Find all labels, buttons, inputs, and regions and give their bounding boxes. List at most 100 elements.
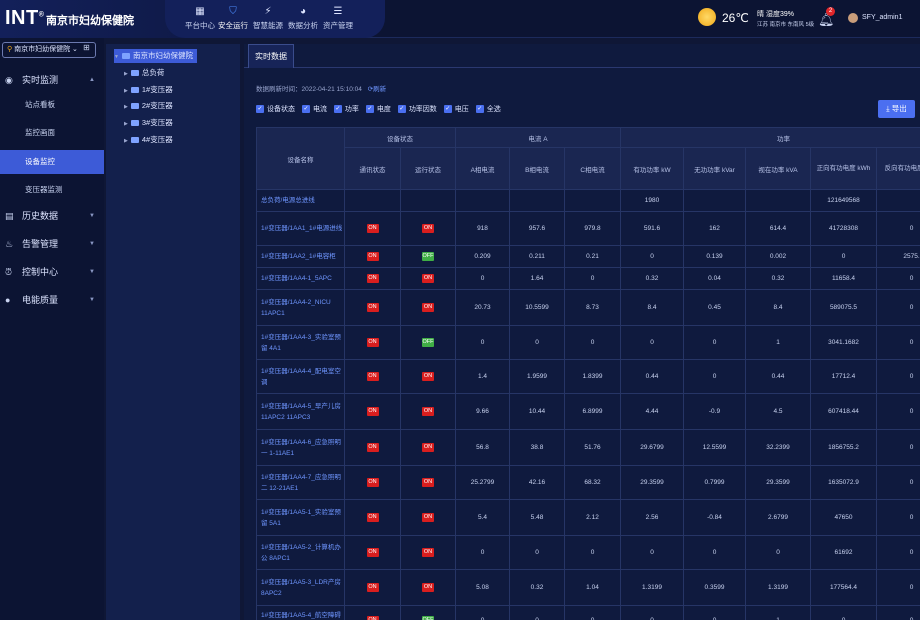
value-cell: 1 [745, 605, 811, 620]
run-status-cell: ON [400, 499, 456, 536]
export-button[interactable]: ⤓ 导出 [878, 100, 915, 118]
checkbox-checked-icon: ✓ [333, 105, 342, 114]
table-row[interactable]: 1#变压器/1AA4-2_NICU 11APC1 ON ON 20.73 10.5599… [256, 289, 920, 326]
table-row[interactable]: 1#变压器/1AA5-1_实验室预留 5A1 ON ON 5.4 5.48 2.12 2.5… [256, 499, 920, 536]
tree-node-transformer-4[interactable]: ▶ 4#变压器 [124, 133, 173, 147]
submenu-device-monitoring[interactable]: 设备监控 [0, 150, 104, 174]
table-row[interactable]: 1#变压器/1AA4-4_配电室空调 ON ON 1.4 1.9599 1.8399 0.4… [256, 359, 920, 394]
nav-asset-management[interactable]: ☰ 资产管理 [319, 0, 357, 38]
device-name-link[interactable]: 总负荷/电源总进线 [256, 189, 345, 212]
menu-history-data[interactable]: ▤ 历史数据 ▼ [0, 204, 104, 228]
folder-icon [130, 87, 139, 94]
device-name-link[interactable]: 1#变压器/1AA5-2_计算机办公 8APC1 [256, 535, 345, 570]
tree-node-transformer-1[interactable]: ▶ 1#变压器 [124, 83, 173, 97]
status-on-badge: ON [366, 616, 379, 620]
table-row[interactable]: 1#变压器/1AA5-3_LDR产房 8APC2 ON ON 5.08 0.32 1.04… [256, 569, 920, 606]
filter-select-all[interactable]: ✓ 全选 [475, 104, 501, 114]
tree-node-transformer-2[interactable]: ▶ 2#变压器 [124, 99, 173, 113]
run-status-cell: OFF [400, 325, 456, 360]
value-cell: 47650 [810, 499, 877, 536]
comm-status-cell: ON [344, 245, 401, 268]
value-cell: 2.12 [564, 499, 621, 536]
value-cell: 0 [683, 535, 746, 570]
device-name-link[interactable]: 1#变压器/1AA4-5_早产儿房 11APC2 11APC3 [256, 393, 345, 430]
value-cell: 11658.4 [810, 267, 877, 290]
sun-icon [698, 8, 716, 26]
submenu-site-board[interactable]: 站点看板 [0, 93, 104, 117]
device-name-link[interactable]: 1#变压器/1AA4-4_配电室空调 [256, 359, 345, 394]
table-row[interactable]: 1#变压器/1AA4-3_实验室预留 4A1 ON OFF 0 0 0 0 0 1 3041.16… [256, 325, 920, 360]
device-name-link[interactable]: 1#变压器/1AA5-1_实验室预留 5A1 [256, 499, 345, 536]
data-table-wrapper[interactable]: 设备名称 设备状态 电流 A 功率 通讯状态 运行状态 A相电流 B相电流 C相… [256, 127, 920, 620]
table-row[interactable]: 1#变压器/1AA4-6_应急照明一 1-11AE1 ON ON 56.8 38.8 51… [256, 429, 920, 466]
tree-node-total-load[interactable]: ▶ 总负荷 [124, 66, 164, 80]
checkbox-checked-icon: ✓ [365, 105, 374, 114]
tree-node-transformer-3[interactable]: ▶ 3#变压器 [124, 116, 173, 130]
value-cell [455, 189, 510, 212]
filter-checkboxes: ✓ 设备状态 ✓ 电流 ✓ 功率 ✓ 电度 ✓ 功率因数 ✓ 电压 ✓ 全选 [256, 104, 506, 116]
filter-power[interactable]: ✓ 功率 [333, 104, 359, 114]
nav-smart-energy[interactable]: ⚡ 智慧能源 [249, 0, 287, 38]
run-status-cell: ON [400, 569, 456, 606]
table-row[interactable]: 1#变压器/1AA4-1_5APC ON ON 0 1.64 0 0.32 0.04 0.32 1… [256, 267, 920, 290]
avatar[interactable] [848, 13, 858, 23]
caret-down-icon: ▼ [114, 54, 119, 60]
table-row[interactable]: 1#变压器/1AA5-2_计算机办公 8APC1 ON ON 0 0 0 0 0 0 61692 0 [256, 535, 920, 570]
submenu-transformer-monitoring[interactable]: 变压器监测 [0, 178, 104, 202]
value-cell: 121649568 [810, 189, 877, 212]
device-name-link[interactable]: 1#变压器/1AA4-7_应急照明二 12-21AE1 [256, 465, 345, 500]
menu-power-quality[interactable]: ● 电能质量 ▼ [0, 288, 104, 312]
value-cell: 591.6 [620, 211, 684, 246]
menu-alarm-management[interactable]: ♨ 告警管理 ▼ [0, 232, 104, 256]
menu-realtime-monitoring[interactable]: ◉ 实时监测 ▲ [0, 68, 104, 92]
brand-panel: INT® 南京市妇幼保健院 [0, 0, 190, 38]
device-name-link[interactable]: 1#变压器/1AA5-4_航空障碍灯 22AL1 [256, 605, 345, 620]
value-cell: 0.45 [683, 289, 746, 326]
table-row[interactable]: 1#变压器/1AA5-4_航空障碍灯 22AL1ONOFF00000100 [256, 605, 920, 620]
layout-grid-icon[interactable]: ⊞ [83, 43, 90, 52]
device-name-link[interactable]: 1#变压器/1AA4-1_5APC [256, 267, 345, 290]
device-name-link[interactable]: 1#变压器/1AA4-2_NICU 11APC1 [256, 289, 345, 326]
tree-root[interactable]: ▼ 南京市妇幼保健院 [114, 49, 197, 63]
refresh-link[interactable]: ⟳刷新 [368, 86, 386, 93]
value-cell: 41728308 [810, 211, 877, 246]
value-cell: 0 [875, 325, 920, 360]
nav-safe-operation[interactable]: ⛉ 安全运行 [214, 0, 252, 38]
checkbox-checked-icon: ✓ [397, 105, 406, 114]
table-row[interactable]: 1#变压器/1AA4-5_早产儿房 11APC2 11APC3 ON ON 9.66 1… [256, 393, 920, 430]
device-name-link[interactable]: 1#变压器/1AA4-3_实验室预留 4A1 [256, 325, 345, 360]
status-on-badge: ON [422, 583, 434, 592]
table-row[interactable]: 1#变压器/1AA4-7_应急照明二 12-21AE1 ON ON 25.2799 42… [256, 465, 920, 500]
username[interactable]: SFY_admin1 [862, 14, 902, 21]
group-header-device-status: 设备状态 [344, 127, 456, 148]
site-selector[interactable]: ⚲ 南京市妇幼保健院 ⌄ [2, 42, 96, 58]
tab-realtime-data[interactable]: 实时数据 [248, 44, 294, 68]
status-on-badge: ON [366, 407, 379, 416]
value-cell: 0.44 [620, 359, 684, 394]
value-cell: 0 [683, 605, 746, 620]
caret-right-icon: ▶ [124, 138, 128, 144]
device-name-link[interactable]: 1#变压器/1AA4-6_应急照明一 1-11AE1 [256, 429, 345, 466]
filter-energy[interactable]: ✓ 电度 [365, 104, 391, 114]
menu-control-center[interactable]: ⏰︎ 控制中心 ▼ [0, 260, 104, 284]
value-cell: 0 [875, 569, 920, 606]
nav-data-analysis[interactable]: ◕ 数据分析 [284, 0, 322, 38]
shield-icon: ⛉ [229, 6, 237, 17]
filter-voltage[interactable]: ✓ 电压 [443, 104, 469, 114]
value-cell: 29.3599 [620, 465, 684, 500]
filter-current[interactable]: ✓ 电流 [301, 104, 327, 114]
filter-power-factor[interactable]: ✓ 功率因数 [397, 104, 437, 114]
checkbox-checked-icon: ✓ [256, 105, 264, 114]
device-name-link[interactable]: 1#变压器/1AA5-3_LDR产房 8APC2 [256, 569, 345, 606]
table-row[interactable]: 1#变压器/1AA2_1#电容柜 ON OFF 0.209 0.211 0.21 0 0.13… [256, 245, 920, 268]
table-row[interactable]: 1#变压器/1AA1_1#电源进线 ON ON 918 957.6 979.8 591.6 1… [256, 211, 920, 246]
table-row[interactable]: 总负荷/电源总进线 1980 121649568 [256, 189, 920, 212]
status-on-badge: ON [366, 274, 379, 283]
caret-right-icon: ▶ [124, 104, 128, 110]
filter-device-status[interactable]: ✓ 设备状态 [256, 104, 295, 114]
device-name-link[interactable]: 1#变压器/1AA2_1#电容柜 [256, 245, 345, 268]
submenu-monitor-screen[interactable]: 监控画面 [0, 121, 104, 145]
notification-badge: 2 [826, 7, 835, 16]
device-name-link[interactable]: 1#变压器/1AA1_1#电源进线 [256, 211, 345, 246]
value-cell: 0.32 [509, 569, 565, 606]
